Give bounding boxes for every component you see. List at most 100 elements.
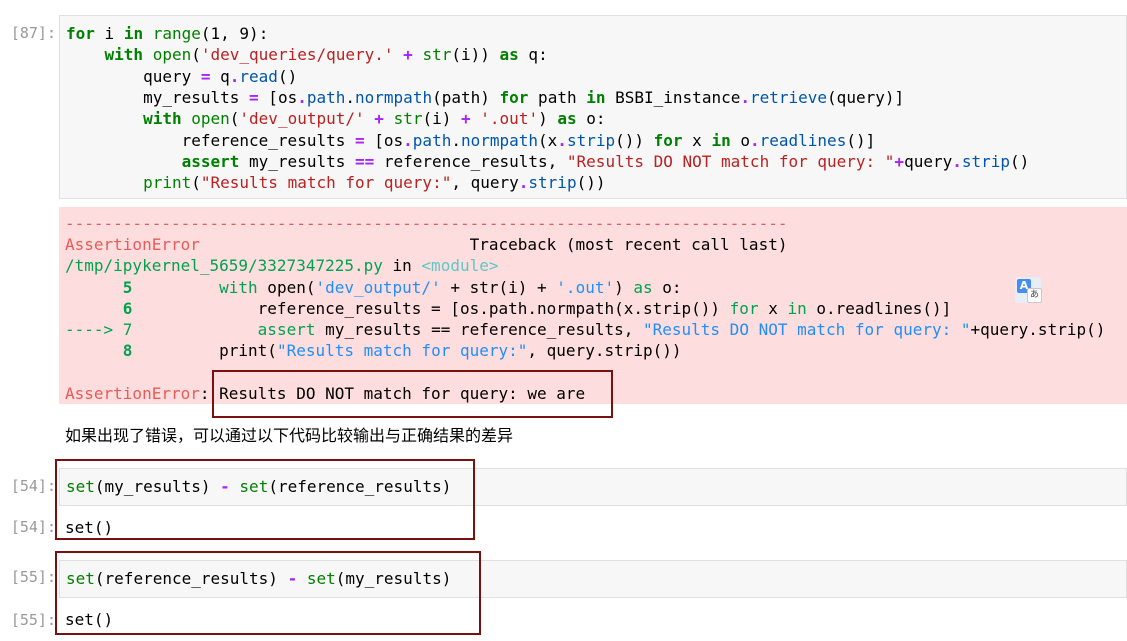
code-cell-87[interactable]: for i in range(1, 9): with open('dev_que…	[59, 15, 1127, 199]
code-token: (1, 9):	[200, 24, 269, 43]
code-token: Traceback (most recent call last)	[199, 235, 788, 255]
code-token: "Results match for query:"	[276, 341, 528, 361]
code-token: as	[557, 109, 577, 129]
code-token: .	[297, 87, 307, 107]
code-token: =	[354, 130, 365, 150]
highlight-error-message	[212, 370, 613, 418]
output-prompt-55: [55]:	[10, 611, 56, 629]
code-token: =	[249, 87, 259, 107]
code-token: +	[461, 109, 471, 129]
code-token: '.out'	[556, 277, 615, 297]
code-token: 'dev_output/'	[315, 277, 441, 297]
traceback-line: 8 print("Results match for query:", quer…	[65, 340, 682, 361]
code-token: "Results match for query:"	[200, 173, 452, 193]
code-token: for	[499, 87, 529, 107]
code-token: .	[557, 130, 567, 150]
code-line: with open('dev_output/' + str(i) + '.out…	[66, 108, 605, 129]
code-token: (i)	[422, 109, 461, 129]
code-token: ==	[354, 151, 375, 171]
code-token: q:	[518, 45, 548, 65]
code-token: read	[239, 66, 278, 86]
code-token: ----------------------------------------…	[65, 214, 788, 233]
code-token: /tmp/ipykernel_5659/3327347225.py	[65, 256, 383, 276]
code-token: =	[200, 66, 211, 86]
code-token: open(	[257, 277, 316, 297]
code-token: o.readlines()]	[806, 298, 952, 318]
cell-prompt-55: [55]:	[10, 568, 56, 586]
code-token: , query	[451, 173, 519, 193]
cell-prompt-87: [87]:	[10, 24, 56, 42]
traceback-line: 5 with open('dev_output/' + str(i) + '.o…	[65, 277, 682, 298]
code-token: .	[749, 130, 760, 150]
code-token: +	[894, 151, 905, 171]
code-token: +	[374, 109, 384, 129]
code-token: (	[191, 173, 201, 193]
code-token: as	[633, 277, 653, 297]
code-token: (query)]	[827, 87, 905, 107]
code-token: +	[403, 45, 413, 65]
output-prompt-54: [54]:	[10, 518, 56, 536]
code-token: for	[66, 24, 95, 43]
code-token: (	[229, 109, 240, 129]
code-token: my_results	[66, 87, 250, 107]
highlight-cell-55	[55, 551, 481, 635]
code-token: normpath	[460, 130, 539, 150]
code-line: print("Results match for query:", query.…	[66, 172, 605, 193]
code-token: query	[904, 151, 953, 171]
code-token: q	[210, 66, 230, 86]
code-token: in	[382, 256, 422, 276]
code-token: (i))	[451, 45, 500, 65]
traceback-line: AssertionError Traceback (most recent ca…	[65, 234, 787, 255]
code-token: readlines	[759, 130, 847, 150]
code-line: assert my_results == reference_results, …	[66, 151, 1030, 172]
code-token: print(	[132, 341, 277, 361]
code-token: (	[191, 45, 201, 65]
code-token: with	[143, 109, 182, 129]
code-token: 6	[65, 298, 133, 318]
code-token: .	[952, 151, 962, 171]
code-token: i	[94, 24, 124, 43]
code-token: +query.strip()	[970, 320, 1106, 339]
code-token: ----> 7	[65, 320, 133, 339]
code-token: BSBI_instance	[605, 87, 741, 107]
code-token: AssertionError	[65, 383, 200, 403]
code-token: (x	[538, 130, 558, 150]
code-token: o:	[652, 277, 682, 297]
code-token: assert	[181, 151, 240, 171]
code-token: range	[152, 24, 201, 43]
code-token: my_results	[239, 151, 355, 171]
code-token: normpath	[355, 87, 433, 107]
code-token: [os	[258, 87, 298, 107]
translate-icon[interactable]: A あ	[1015, 277, 1042, 303]
code-token: x	[758, 298, 788, 318]
code-token: with	[104, 45, 144, 65]
code-token: .	[403, 130, 413, 150]
code-token: my_results == reference_results,	[315, 320, 643, 339]
traceback-line: ----> 7 assert my_results == reference_r…	[65, 319, 1105, 340]
traceback-line: 6 reference_results = [os.path.normpath(…	[65, 298, 951, 319]
code-token: strip	[528, 173, 577, 193]
code-token: for	[729, 298, 759, 318]
code-token: for	[653, 130, 683, 150]
code-line: reference_results = [os.path.normpath(x.…	[66, 130, 876, 151]
code-token: )	[538, 109, 558, 129]
code-token: .	[451, 130, 461, 150]
code-token: print	[143, 173, 192, 193]
code-token: "Results DO NOT match for query: "	[642, 320, 971, 339]
code-token: str	[422, 45, 452, 65]
code-token: assert	[257, 320, 316, 339]
code-token: 5	[65, 277, 133, 297]
highlight-cell-54	[55, 459, 475, 540]
traceback-line: ----------------------------------------…	[65, 213, 787, 234]
code-token: + str(i) +	[440, 277, 557, 297]
